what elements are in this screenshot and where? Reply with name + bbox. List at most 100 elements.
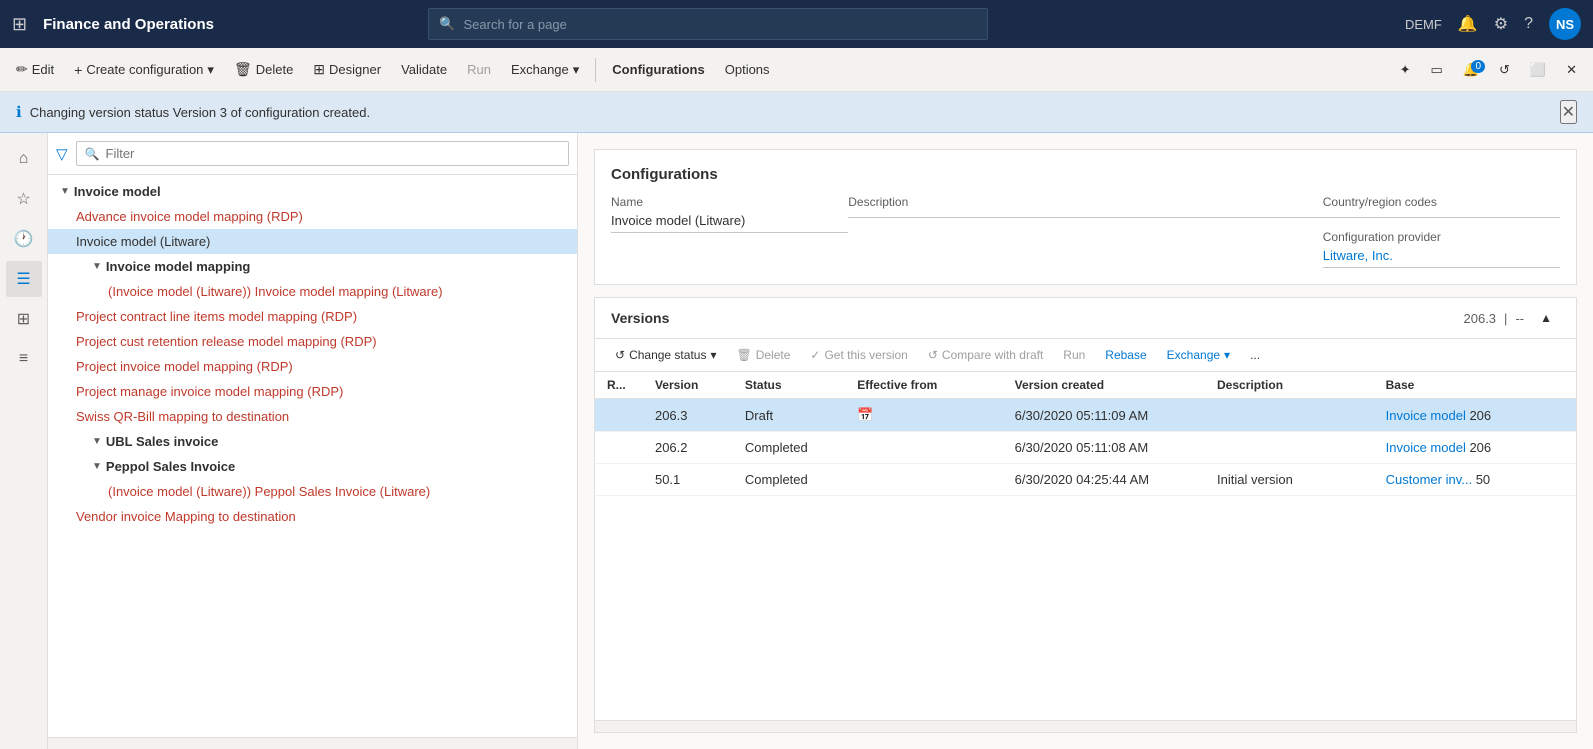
tree-node-label: Project contract line items model mappin… (76, 309, 357, 324)
pin-button[interactable]: ✦ (1392, 58, 1419, 82)
exchange-button[interactable]: Exchange ▾ (503, 58, 587, 82)
cell-version-created: 6/30/2020 05:11:08 AM (1003, 432, 1205, 464)
notification-badge-button[interactable]: 0 🔔 (1455, 58, 1487, 82)
col-version: Version (643, 372, 733, 399)
tree-node[interactable]: Project contract line items model mappin… (48, 304, 577, 329)
filter-search-icon: 🔍 (85, 147, 100, 161)
compare-with-draft-button[interactable]: ↺ Compare with draft (920, 345, 1051, 365)
filter-input-wrapper: 🔍 (76, 141, 569, 166)
delete-button[interactable]: 🗑 Delete (226, 57, 301, 82)
tree-arrow-icon: ▼ (92, 261, 102, 272)
tree-node-label: Project invoice model mapping (RDP) (76, 359, 293, 374)
filter-text-input[interactable] (106, 146, 561, 161)
sidebar-toggle-button[interactable]: ▭ (1423, 58, 1451, 82)
col-base: Base (1374, 372, 1520, 399)
cell-description (1205, 399, 1374, 432)
change-status-dropdown-icon: ▾ (710, 348, 716, 362)
tree-node-label: Peppol Sales Invoice (106, 459, 235, 474)
tree-node[interactable]: Advance invoice model mapping (RDP) (48, 204, 577, 229)
cell-description: Initial version (1205, 464, 1374, 496)
tree-node[interactable]: ▼Invoice model (48, 179, 577, 204)
infobar-close-button[interactable]: ✕ (1560, 100, 1577, 124)
tree-node[interactable]: ▼ UBL Sales invoice (48, 429, 577, 454)
cell-base: Customer inv... 50 (1374, 464, 1520, 496)
tree-node[interactable]: Invoice model (Litware) (48, 229, 577, 254)
options-button[interactable]: Options (717, 58, 778, 81)
base-link[interactable]: Invoice model (1386, 408, 1466, 423)
change-status-button[interactable]: ↺ Change status ▾ (607, 345, 724, 365)
tree-node[interactable]: Project manage invoice model mapping (RD… (48, 379, 577, 404)
provider-value[interactable]: Litware, Inc. (1323, 248, 1560, 268)
designer-button[interactable]: ⊞ Designer (305, 57, 389, 82)
table-row[interactable]: 50.1Completed6/30/2020 04:25:44 AMInitia… (595, 464, 1576, 496)
notification-icon[interactable]: 🔔 (1458, 14, 1478, 34)
rebase-button[interactable]: Rebase (1097, 345, 1154, 365)
tree-node[interactable]: (Invoice model (Litware)) Peppol Sales I… (48, 479, 577, 504)
col-r: R... (595, 372, 643, 399)
versions-delete-button[interactable]: 🗑 Delete (728, 345, 798, 365)
run-button[interactable]: Run (459, 58, 499, 81)
app-grid-icon[interactable]: ⊞ (12, 14, 27, 35)
tree-node-label: UBL Sales invoice (106, 434, 218, 449)
tree-node-label: Invoice model mapping (106, 259, 250, 274)
versions-exchange-button[interactable]: Exchange ▾ (1159, 345, 1238, 365)
description-label: Description (848, 195, 1323, 209)
col-version-created: Version created (1003, 372, 1205, 399)
tree-node[interactable]: ▼Peppol Sales Invoice (48, 454, 577, 479)
close-button[interactable]: ✕ (1558, 58, 1585, 82)
refresh-button[interactable]: ↺ (1491, 58, 1518, 82)
versions-run-button[interactable]: Run (1055, 345, 1093, 365)
settings-icon[interactable]: ⚙ (1494, 14, 1508, 34)
workspace-icon-button[interactable]: ⊞ (6, 301, 42, 337)
cell-r (595, 464, 643, 496)
get-this-version-button[interactable]: ✓ Get this version (802, 345, 915, 365)
versions-title: Versions (611, 310, 669, 326)
create-config-button[interactable]: + Create configuration ▾ (66, 58, 222, 82)
tree-node[interactable]: (Invoice model (Litware)) Invoice model … (48, 279, 577, 304)
cell-version: 206.2 (643, 432, 733, 464)
base-link[interactable]: Invoice model (1386, 440, 1466, 455)
recent-icon-button[interactable]: 🕐 (6, 221, 42, 257)
main-layout: ⌂ ☆ 🕐 ☰ ⊞ ≡ ▽ 🔍 ▼Invoice modelAdvance in… (0, 133, 1593, 749)
tree-node[interactable]: Vendor invoice Mapping to destination (48, 504, 577, 529)
table-row[interactable]: 206.2Completed 6/30/2020 05:11:08 AM Invoi… (595, 432, 1576, 464)
avatar[interactable]: NS (1549, 8, 1581, 40)
cell-description (1205, 432, 1374, 464)
table-row[interactable]: 206.3Draft 📅6/30/2020 05:11:09 AMInvoice… (595, 399, 1576, 432)
country-field: Country/region codes Configuration provi… (1323, 195, 1560, 268)
report-icon-button[interactable]: ≡ (6, 341, 42, 377)
edit-button[interactable]: ✏ Edit (8, 57, 62, 82)
versions-more-button[interactable]: ... (1242, 345, 1268, 365)
search-icon: 🔍 (439, 16, 455, 32)
info-message: Changing version status Version 3 of con… (30, 105, 370, 120)
name-value: Invoice model (Litware) (611, 213, 848, 233)
search-input[interactable] (463, 17, 977, 32)
tree-node[interactable]: Project invoice model mapping (RDP) (48, 354, 577, 379)
cell-r (595, 399, 643, 432)
tree-panel: ▼Invoice modelAdvance invoice model mapp… (48, 175, 577, 737)
validate-button[interactable]: Validate (393, 58, 455, 81)
versions-delete-icon: 🗑 (736, 348, 751, 362)
left-panel-scrollbar[interactable] (48, 737, 577, 749)
home-icon-button[interactable]: ⌂ (6, 141, 42, 177)
maximize-button[interactable]: ⬜ (1522, 58, 1554, 82)
star-icon-button[interactable]: ☆ (6, 181, 42, 217)
tree-node[interactable]: Project cust retention release model map… (48, 329, 577, 354)
filter-icon[interactable]: ▽ (56, 145, 68, 163)
base-link[interactable]: Customer inv... (1386, 472, 1472, 487)
config-fields: Name Invoice model (Litware) Description… (611, 195, 1560, 268)
cell-status: Completed (733, 464, 845, 496)
tree-node[interactable]: ▼ Invoice model mapping (48, 254, 577, 279)
list-icon-button[interactable]: ☰ (6, 261, 42, 297)
tree-arrow-icon: ▼ (92, 436, 102, 447)
cell-effective-from: 📅 (845, 399, 1002, 432)
configurations-button[interactable]: Configurations (604, 58, 712, 81)
col-description: Description (1205, 372, 1374, 399)
sidebar-icons: ⌂ ☆ 🕐 ☰ ⊞ ≡ (0, 133, 48, 749)
cell-status: Completed (733, 432, 845, 464)
versions-toolbar: ↺ Change status ▾ 🗑 Delete ✓ Get this ve… (595, 339, 1576, 372)
versions-nav-up[interactable]: ▲ (1532, 308, 1560, 328)
help-icon[interactable]: ? (1524, 15, 1533, 33)
tree-node[interactable]: Swiss QR-Bill mapping to destination (48, 404, 577, 429)
versions-scrollbar[interactable] (595, 720, 1576, 732)
